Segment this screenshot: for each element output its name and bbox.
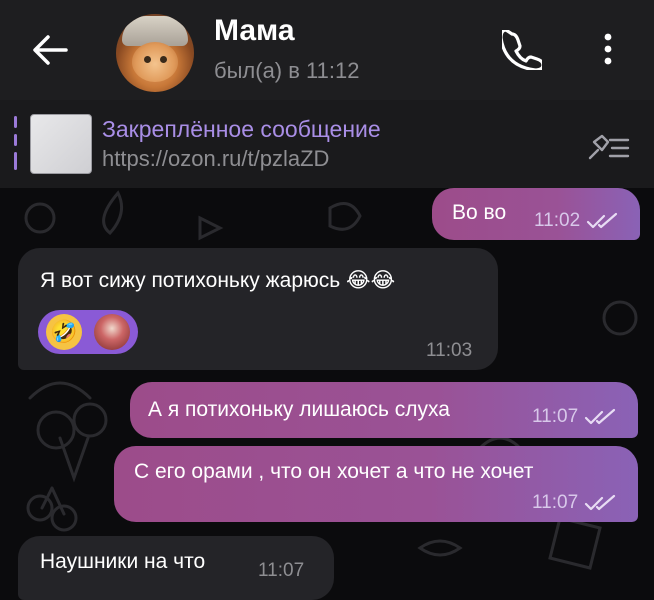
pin-indicator: [14, 116, 17, 128]
read-checkmarks-icon: [585, 408, 616, 425]
reactor-avatar: [94, 314, 130, 350]
more-vertical-icon[interactable]: [596, 30, 620, 70]
read-checkmarks-icon: [587, 212, 618, 229]
message-text: Наушники на что: [40, 550, 206, 573]
arrow-left-icon[interactable]: [30, 32, 70, 68]
contact-avatar[interactable]: [116, 14, 194, 92]
pinned-title[interactable]: Закреплённое сообщение: [102, 116, 381, 143]
message-time: 11:02: [534, 210, 620, 232]
message-text: С его орами , что он хочет а что не хоче…: [134, 460, 534, 483]
reaction-emoji: 🤣: [46, 314, 82, 350]
message-time: 11:07: [532, 492, 618, 514]
message-time: 11:03: [426, 340, 473, 361]
contact-name[interactable]: Мама: [214, 14, 295, 48]
message-bubble-outgoing[interactable]: Во во 11:02: [432, 188, 640, 240]
message-bubble-outgoing[interactable]: А я потихоньку лишаюсь слуха 11:07: [130, 382, 638, 438]
pinned-thumbnail[interactable]: [30, 114, 92, 174]
message-bubble-incoming[interactable]: Наушники на что 11:07: [18, 536, 334, 600]
message-text: Во во: [452, 201, 507, 224]
last-seen-status: был(а) в 11:12: [214, 58, 360, 83]
message-bubble-outgoing[interactable]: С его орами , что он хочет а что не хоче…: [114, 446, 638, 522]
phone-icon[interactable]: [502, 30, 542, 70]
message-time: 11:07: [532, 406, 618, 428]
pinned-message-bar[interactable]: [0, 100, 654, 188]
chat-header: Мама был(а) в 11:12: [0, 0, 654, 100]
message-text: Я вот сижу потихоньку жарюсь 😂😂: [40, 269, 396, 292]
message-time: 11:07: [258, 560, 305, 581]
read-checkmarks-icon: [585, 494, 616, 511]
message-text: А я потихоньку лишаюсь слуха: [148, 398, 450, 421]
unpin-list-icon[interactable]: [586, 132, 632, 162]
reaction-pill[interactable]: 🤣: [38, 310, 138, 354]
pinned-link[interactable]: https://ozon.ru/t/pzlaZD: [102, 146, 329, 172]
